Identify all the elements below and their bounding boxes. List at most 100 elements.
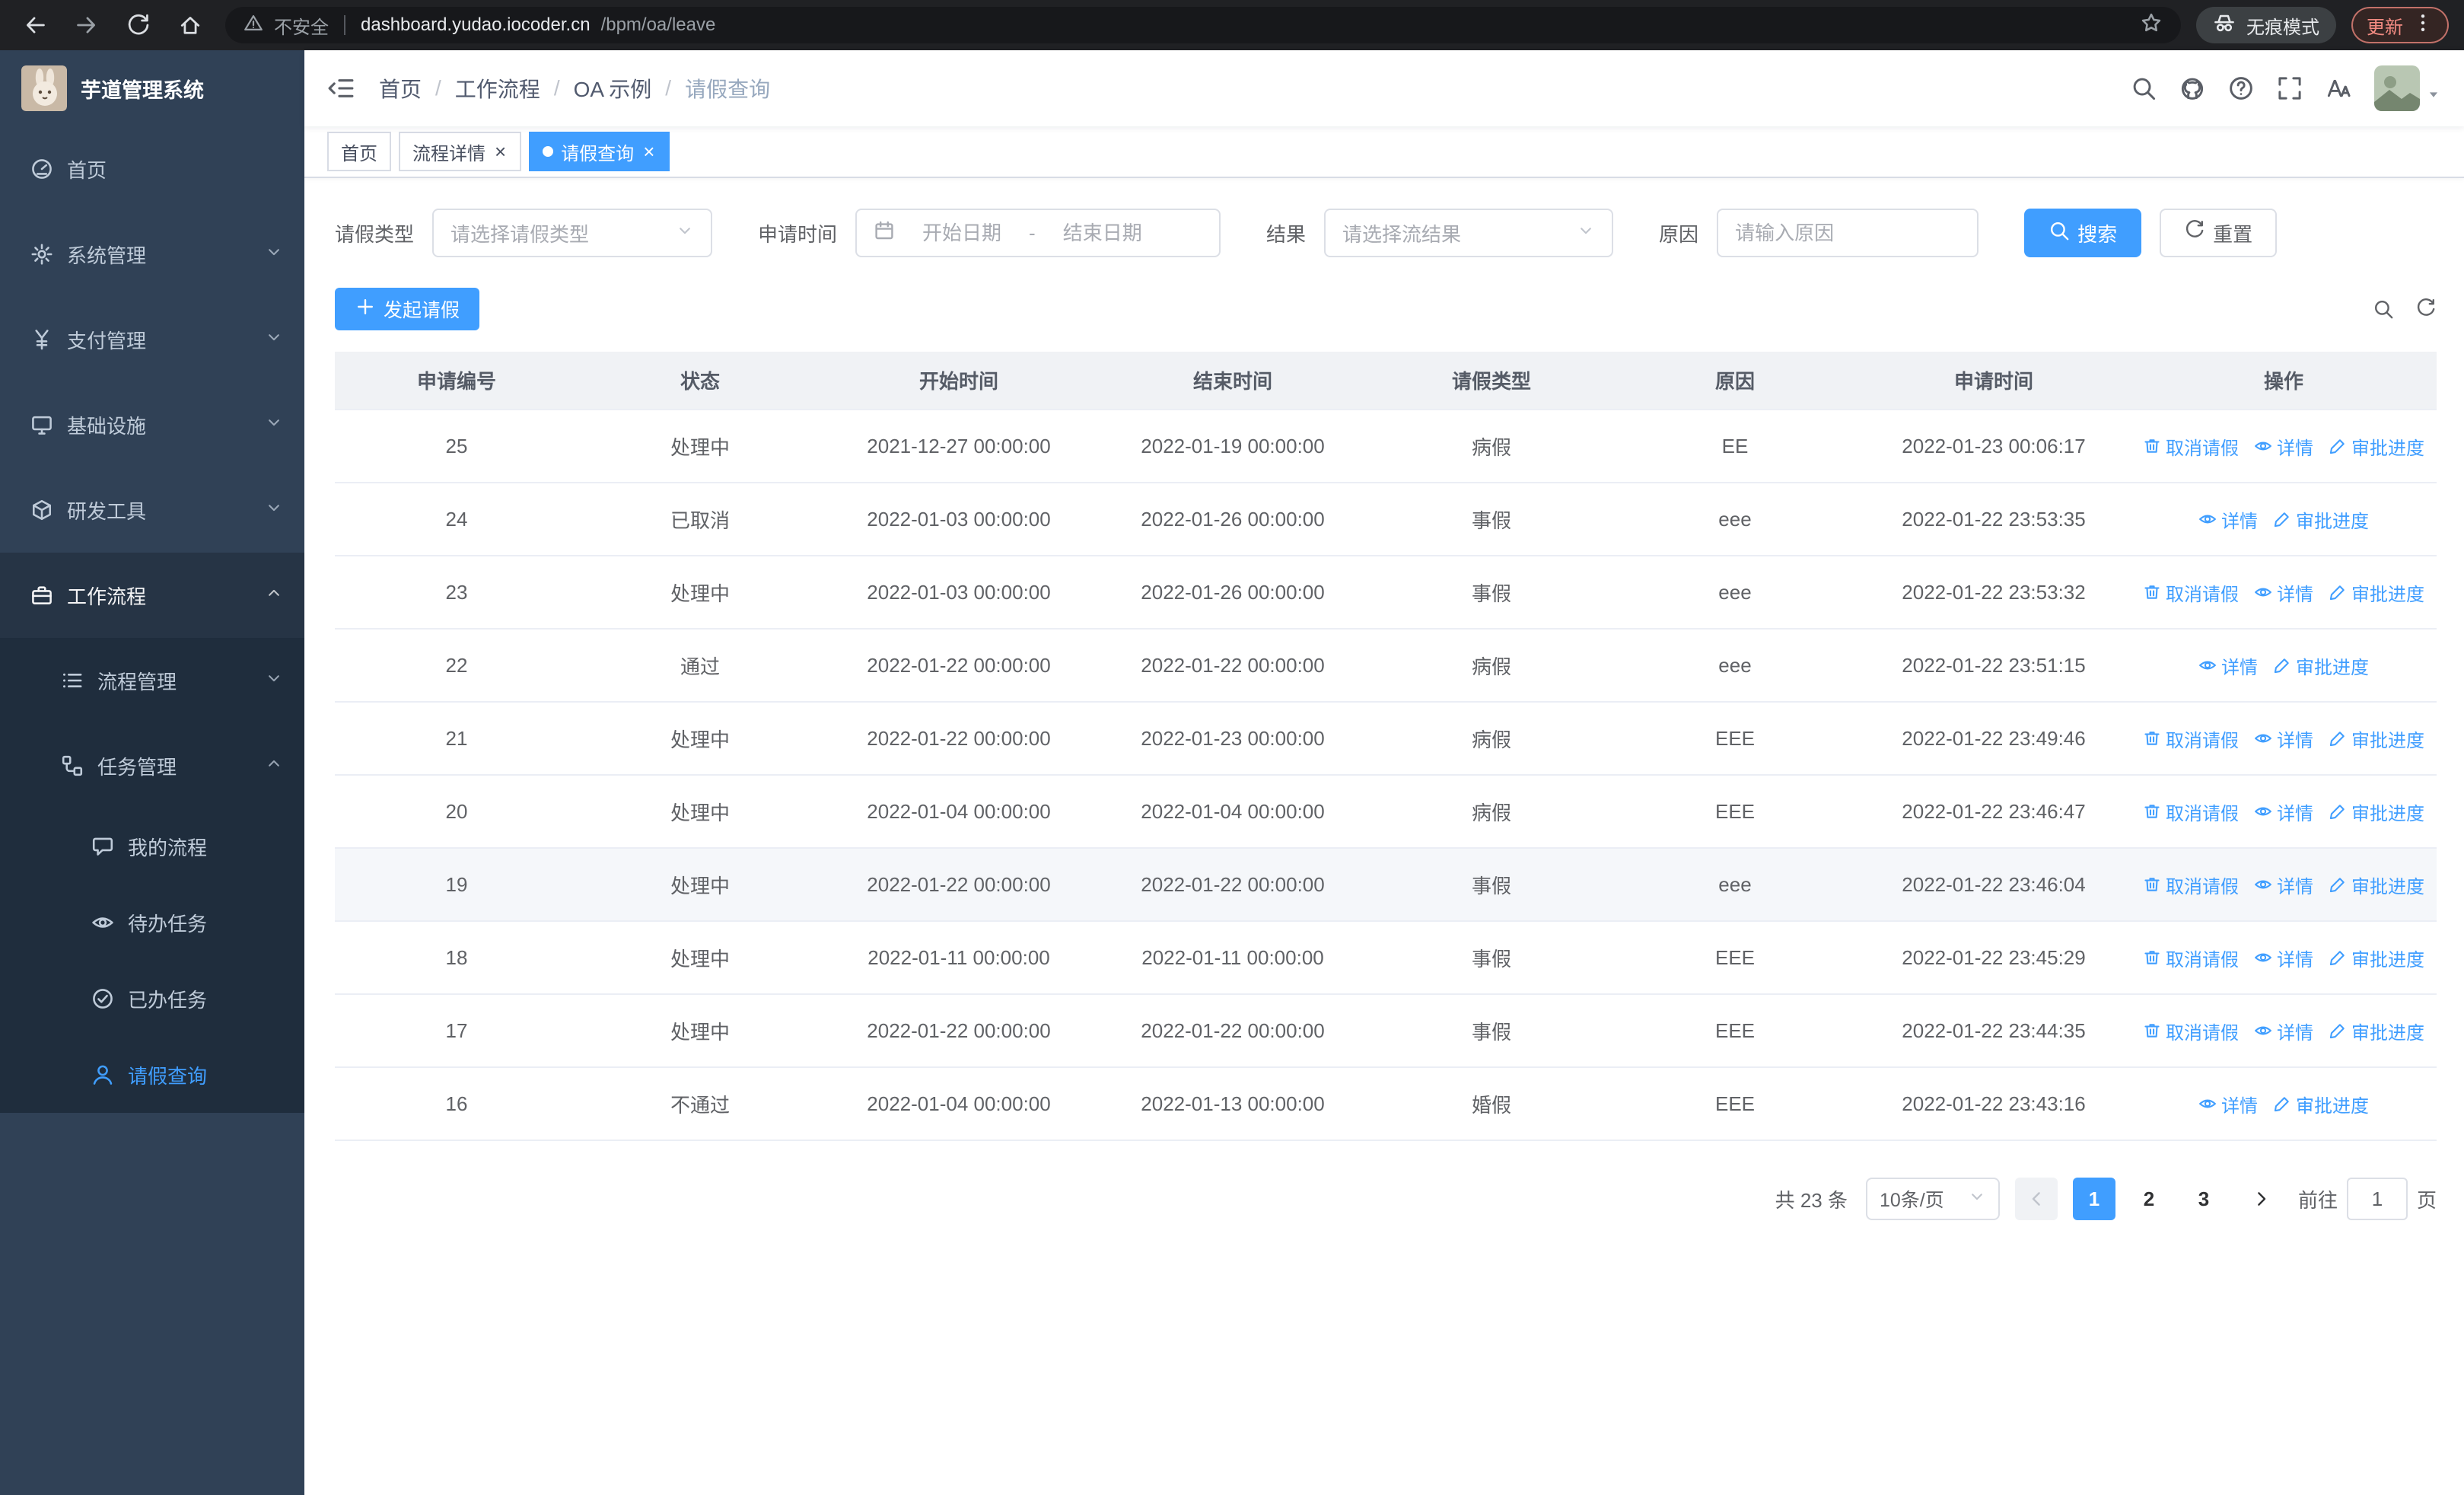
forward-button[interactable] [67,5,107,45]
app-logo[interactable]: 芋道管理系统 [0,50,304,126]
apply-time-range-picker[interactable]: - [855,209,1221,257]
reset-button[interactable]: 重置 [2160,209,2278,257]
detail-link[interactable]: 详情 [2254,872,2313,898]
chevron-down-icon [1577,222,1595,245]
progress-link[interactable]: 审批进度 [2329,579,2424,606]
sidebar-item-payment[interactable]: 支付管理 [0,297,304,382]
plus-icon [358,298,373,314]
breadcrumb-item-oa[interactable]: OA 示例 [574,73,652,104]
create-leave-button[interactable]: 发起请假 [335,288,480,330]
sidebar-item-home[interactable]: 首页 [0,126,304,212]
cancel-leave-link[interactable]: 取消请假 [2143,725,2239,752]
progress-link[interactable]: 审批进度 [2329,725,2424,752]
cell-type: 事假 [1370,848,1613,922]
detail-link[interactable]: 详情 [2254,433,2313,460]
prev-page-button[interactable] [2014,1178,2058,1220]
sidebar-item-task-mgmt[interactable]: 任务管理 [0,723,304,808]
sidebar-item-label: 已办任务 [128,988,208,1012]
goto-page-input[interactable] [2346,1178,2408,1220]
sidebar-item-leave-query[interactable]: 请假查询 [0,1037,304,1113]
sidebar-item-todo-tasks[interactable]: 待办任务 [0,885,304,961]
avatar [2374,65,2420,111]
page-button-3[interactable]: 3 [2182,1178,2225,1220]
detail-link[interactable]: 详情 [2254,945,2313,971]
font-size-button[interactable] [2326,75,2351,101]
github-button[interactable] [2179,75,2205,101]
cell-reason: EEE [1613,921,1857,995]
table-refresh-icon[interactable] [2415,298,2437,320]
browser-menu-icon[interactable] [2412,12,2434,39]
page-button-1[interactable]: 1 [2072,1178,2115,1220]
fullscreen-button[interactable] [2277,75,2303,101]
detail-link[interactable]: 详情 [2254,1018,2313,1044]
sidebar-item-devtools[interactable]: 研发工具 [0,467,304,553]
cell-apply_time: 2022-01-22 23:46:04 [1857,848,2131,922]
cancel-leave-link[interactable]: 取消请假 [2143,872,2239,898]
cell-actions: 取消请假 详情 审批进度 [2131,702,2437,776]
search-button[interactable]: 搜索 [2024,209,2142,257]
progress-link[interactable]: 审批进度 [2329,1018,2424,1044]
back-button[interactable] [15,5,55,45]
view-icon [2255,441,2271,451]
search-toggle-icon[interactable] [2373,298,2394,320]
sidebar-item-infrastructure[interactable]: 基础设施 [0,382,304,467]
next-page-button[interactable] [2240,1178,2283,1220]
sidebar-item-done-tasks[interactable]: 已办任务 [0,961,304,1037]
page-size-value: 10条/页 [1879,1190,1944,1211]
browser-update-button[interactable]: 更新 [2351,7,2449,43]
detail-link[interactable]: 详情 [2254,725,2313,752]
progress-link[interactable]: 审批进度 [2273,652,2369,679]
progress-link[interactable]: 审批进度 [2329,872,2424,898]
close-tab-icon[interactable]: × [493,142,508,161]
start-date-input[interactable] [904,221,1020,245]
reason-label: 原因 [1659,222,1699,246]
progress-link[interactable]: 审批进度 [2329,433,2424,460]
page-button-2[interactable]: 2 [2128,1178,2170,1220]
sidebar-collapse-button[interactable] [327,75,355,102]
reason-input[interactable] [1718,210,1978,256]
detail-link[interactable]: 详情 [2198,506,2258,533]
sidebar-item-system[interactable]: 系统管理 [0,212,304,297]
close-tab-icon[interactable]: × [641,142,656,161]
progress-link[interactable]: 审批进度 [2273,506,2369,533]
column-header: 请假类型 [1370,352,1613,410]
table-row: 20 处理中 2022-01-04 00:00:00 2022-01-04 00:00… [335,775,2437,849]
sidebar-item-label: 工作流程 [67,585,147,608]
cancel-leave-link[interactable]: 取消请假 [2143,579,2239,606]
table-row: 22 通过 2022-01-22 00:00:00 2022-01-22 00:00:… [335,629,2437,703]
tab-process-detail[interactable]: 流程详情 × [399,132,522,171]
address-bar[interactable]: 不安全 dashboard.yudao.iocoder.cn /bpm/oa/l… [225,7,2181,43]
breadcrumb-item-home[interactable]: 首页 [379,73,422,104]
table-row: 17 处理中 2022-01-22 00:00:00 2022-01-22 00:00… [335,994,2437,1068]
help-button[interactable] [2228,75,2254,101]
sidebar-item-my-process[interactable]: 我的流程 [0,808,304,885]
leave-type-select[interactable]: 请选择请假类型 [432,209,713,257]
tab-leave-query[interactable]: 请假查询 × [529,132,670,171]
progress-link[interactable]: 审批进度 [2273,1091,2369,1117]
detail-link[interactable]: 详情 [2254,799,2313,825]
progress-link[interactable]: 审批进度 [2329,799,2424,825]
result-select[interactable]: 请选择流结果 [1324,209,1614,257]
detail-link[interactable]: 详情 [2198,1091,2258,1117]
home-button[interactable] [170,5,210,45]
sidebar-item-process-mgmt[interactable]: 流程管理 [0,638,304,723]
progress-link[interactable]: 审批进度 [2329,945,2424,971]
reload-button[interactable] [119,5,158,45]
bookmark-star-button[interactable] [2140,11,2163,40]
cancel-leave-link[interactable]: 取消请假 [2143,433,2239,460]
detail-link[interactable]: 详情 [2198,652,2258,679]
cancel-leave-link[interactable]: 取消请假 [2143,945,2239,971]
breadcrumb-item-workflow[interactable]: 工作流程 [455,73,540,104]
tab-home[interactable]: 首页 [327,132,391,171]
end-date-input[interactable] [1044,221,1160,245]
user-avatar-menu[interactable] [2374,65,2441,111]
cancel-leave-link[interactable]: 取消请假 [2143,1018,2239,1044]
cell-type: 事假 [1370,483,1613,556]
page-size-select[interactable]: 10条/页 [1865,1178,2000,1220]
cancel-leave-link[interactable]: 取消请假 [2143,799,2239,825]
detail-link[interactable]: 详情 [2254,579,2313,606]
forward-icon [77,17,95,33]
search-button[interactable] [2131,75,2157,101]
sidebar-item-workflow[interactable]: 工作流程 [0,553,304,638]
chevron-down-icon [269,419,279,426]
